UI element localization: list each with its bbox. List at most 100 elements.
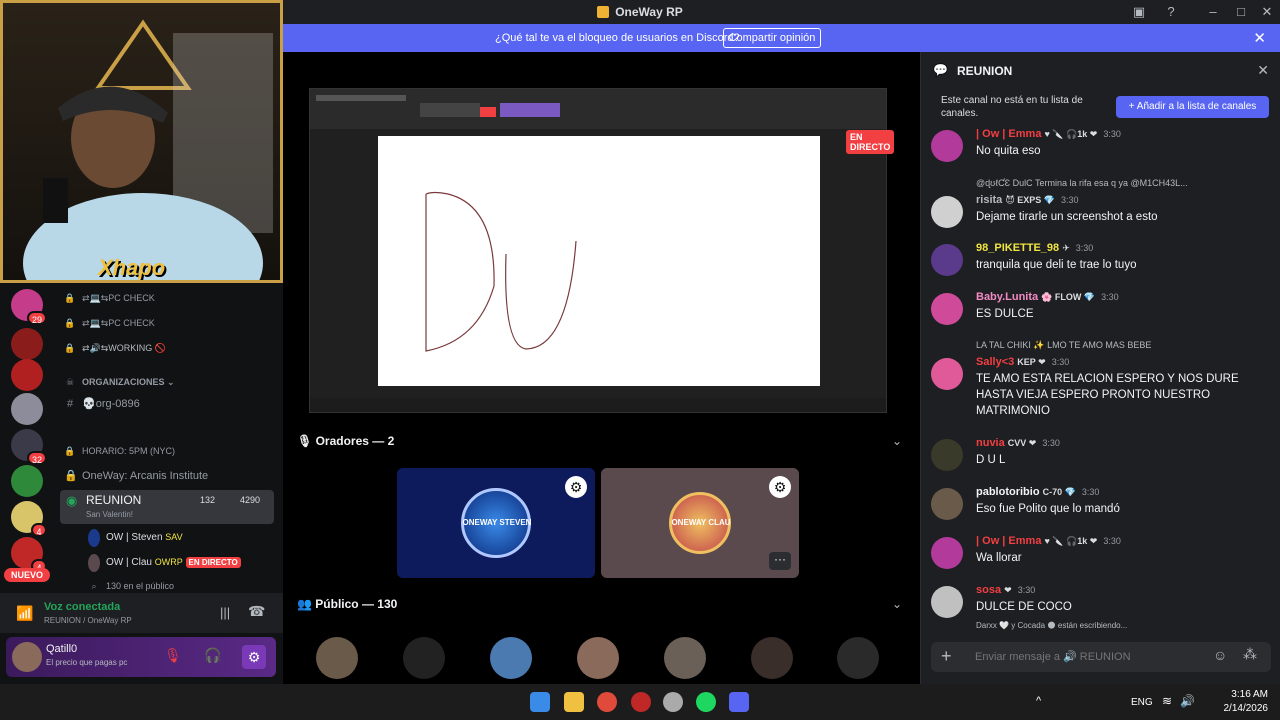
close-window-button[interactable]: ✕ [1256,2,1278,22]
stage-icon: ◉ [66,493,78,508]
live-badge: EN DIRECTO [185,557,241,568]
reply-preview[interactable]: LA TAL CHIKI ✨ LMO TE AMO MAS BEBE [976,340,1151,351]
avatar[interactable] [931,130,963,162]
webcam-name-overlay: Xhapo [98,255,166,280]
emoji-icon[interactable]: ☺ [1213,647,1227,663]
channel-item[interactable]: 🔒 ⇄💻⇆PC CHECK [64,289,154,307]
chevron-down-icon[interactable]: ⌄ [892,597,902,611]
minimize-button[interactable]: – [1202,2,1224,22]
channel-item[interactable]: 🔒 ⇄🔊⇆WORKING 🚫 [64,339,166,357]
speaker-tile[interactable]: ONEWAY CLAU ⚙ ··· [601,468,799,578]
spotify-icon[interactable] [696,692,716,712]
voice-channel-reunion[interactable]: ◉ REUNION San Valentin! 132 4290 [60,490,274,524]
voice-location[interactable]: REUNION / OneWay RP [44,616,132,625]
channel-horario[interactable]: 🔒 HORARIO: 5PM (NYC) [64,442,175,460]
hash-icon: # [66,398,74,410]
more-options-icon[interactable]: ··· [769,552,791,570]
audience-header[interactable]: 👥 Público — 130 [297,597,397,611]
window-title: OneWay RP [615,5,683,19]
avatar[interactable] [931,358,963,390]
file-explorer-icon[interactable] [564,692,584,712]
feedback-banner: ¿Qué tal te va el bloqueo de usuarios en… [283,24,1280,52]
lock-icon: 🔒 [64,293,76,303]
chat-channel-name: REUNION [957,64,1013,78]
server-icon[interactable]: 29 [11,289,47,325]
avatar[interactable] [931,196,963,228]
lock-icon: 🔒 [64,318,76,328]
close-chat-icon[interactable]: ✕ [1257,62,1269,79]
people-icon: 👥 [297,597,312,611]
voice-user[interactable]: OW | Steven SAV [88,528,183,547]
voice-user[interactable]: OW | Clau OWRP EN DIRECTO [88,553,241,572]
headphones-icon[interactable]: 🎧 [204,647,221,664]
settings-gear-icon[interactable]: ⚙ [769,476,791,498]
audience-avatar[interactable] [490,637,532,679]
channel-item[interactable]: 🔒 ⇄💻⇆PC CHECK [64,314,154,332]
server-icon[interactable]: 32 [11,429,47,465]
typing-indicator: Darxx 🤍 y Cocada 🌑 están escribiendo... [976,621,1128,630]
server-icon[interactable] [11,465,43,497]
clock-date[interactable]: 2/14/2026 [1218,703,1269,714]
volume-icon[interactable]: 🔊 [1180,694,1195,708]
avatar[interactable] [931,488,963,520]
avatar[interactable] [931,439,963,471]
clock-time[interactable]: 3:16 AM [1228,689,1268,700]
message-input[interactable] [975,647,1195,667]
server-badge: 4 [31,523,47,537]
tray-chevron-icon[interactable]: ^ [1036,695,1041,707]
new-badge[interactable]: NUEVO [4,568,51,582]
wifi-icon[interactable]: ≋ [1162,694,1172,708]
audience-avatar[interactable] [577,637,619,679]
avatar[interactable] [931,586,963,618]
avatar[interactable] [12,642,42,672]
channel-org[interactable]: # 💀org-0896 [64,395,140,413]
discord-icon[interactable] [729,692,749,712]
server-icon[interactable]: 4 [11,537,47,573]
speakers-header[interactable]: 🎙 Oradores — 2 [297,434,394,448]
inbox-icon[interactable]: ▣ [1128,2,1150,22]
audience-avatar[interactable] [316,637,358,679]
server-icon[interactable] [11,393,43,425]
speaker-tile[interactable]: ONEWAY STEVEN ⚙ [397,468,595,578]
language-indicator[interactable]: ENG [1131,697,1153,708]
server-icon[interactable]: 4 [11,501,47,537]
avatar[interactable] [931,293,963,325]
channel-list: 🔒 ⇄💻⇆PC CHECK 🔒 ⇄💻⇆PC CHECK 🔒 ⇄🔊⇆WORKING 🚫 … [54,283,283,593]
category-organizaciones[interactable]: ☠ ORGANIZACIONES ⌄ [64,373,175,391]
close-banner-icon[interactable]: ✕ [1253,29,1266,47]
add-attachment-icon[interactable]: + [941,646,952,667]
settings-gear-icon[interactable]: ⚙ [242,645,266,669]
reply-preview[interactable]: @ɖʊℓƇƐ DulC Termina la rifa esa q ya @M1… [976,178,1188,188]
webcam-image [3,3,280,280]
chat-bubble-icon: 💬 [933,63,948,77]
soundboard-icon[interactable]: ||| [220,605,230,620]
audience-avatar[interactable] [837,637,879,679]
avatar[interactable] [931,537,963,569]
disconnect-icon[interactable]: ☎ [248,603,265,620]
server-badge: 29 [26,311,47,325]
voice-channel-status: San Valentin! [86,510,133,519]
obs-icon[interactable] [631,692,651,712]
audience-avatar[interactable] [751,637,793,679]
share-opinion-button[interactable]: Compartir opinión [723,28,821,48]
add-channel-button[interactable]: + Añadir a la lista de canales [1116,96,1269,118]
audience-avatar[interactable] [403,637,445,679]
chrome-icon[interactable] [597,692,617,712]
maximize-button[interactable]: □ [1230,2,1252,22]
server-icon[interactable] [11,359,43,391]
username: Qatill0 [46,643,78,655]
screen-share-stream[interactable]: EN DIRECTO [309,88,895,413]
server-icon[interactable] [11,328,43,360]
avatar[interactable] [931,244,963,276]
app-icon[interactable] [663,692,683,712]
mic-muted-icon[interactable]: 🎙 [164,647,182,664]
apps-icon[interactable]: ⁂ [1243,646,1257,663]
start-icon[interactable] [530,692,550,712]
chevron-down-icon[interactable]: ⌄ [892,434,902,448]
voice-status: Voz conectada [44,601,121,613]
channel-institute[interactable]: 🔒 OneWay: Arcanis Institute [64,467,208,485]
help-icon[interactable]: ? [1160,2,1182,22]
paint-toolbar-graphics [316,95,560,117]
audience-avatar[interactable] [664,637,706,679]
settings-gear-icon[interactable]: ⚙ [565,476,587,498]
